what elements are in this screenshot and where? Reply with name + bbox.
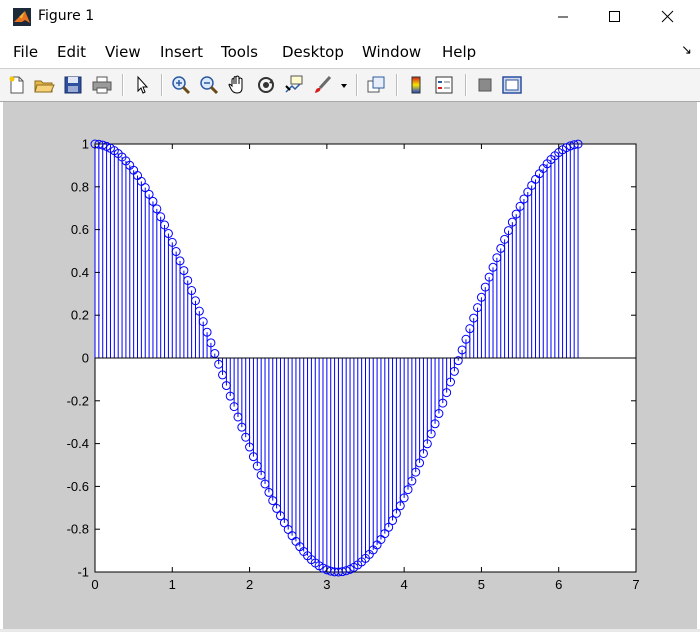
x-tick-label: 4 (401, 577, 408, 592)
toolbar-separator (122, 74, 124, 96)
minimize-button[interactable] (540, 0, 586, 34)
y-tick-label: -0.4 (67, 436, 89, 451)
zoom-in-icon[interactable] (170, 74, 192, 96)
close-button[interactable] (645, 0, 691, 34)
x-tick-label: 3 (323, 577, 330, 592)
colorbar-icon[interactable] (405, 74, 427, 96)
y-tick-label: -0.8 (67, 522, 89, 537)
y-tick-label: 0.8 (71, 179, 89, 194)
data-cursor-icon[interactable] (283, 74, 305, 96)
menu-bar: File Edit View Insert Tools Desktop Wind… (0, 34, 700, 68)
show-plot-tools-icon[interactable] (501, 74, 523, 96)
y-tick-label: 0.4 (71, 265, 89, 280)
y-tick-label: -0.2 (67, 393, 89, 408)
maximize-icon (609, 11, 620, 22)
brush-icon[interactable] (312, 74, 334, 96)
menu-help[interactable]: Help (442, 43, 476, 61)
zoom-out-icon[interactable] (198, 74, 220, 96)
matlab-logo-icon (13, 8, 31, 26)
brush-dropdown-icon[interactable] (338, 74, 350, 96)
maximize-button[interactable] (592, 0, 638, 34)
window-title: Figure 1 (38, 8, 95, 24)
menu-desktop[interactable]: Desktop (282, 43, 344, 61)
close-icon (661, 10, 674, 23)
y-tick-label: 0.2 (71, 308, 89, 323)
open-file-icon[interactable] (33, 74, 55, 96)
menu-file[interactable]: File (13, 43, 38, 61)
x-tick-label: 2 (246, 577, 253, 592)
y-tick-label: -0.6 (67, 479, 89, 494)
x-tick-label: 5 (478, 577, 485, 592)
legend-icon[interactable] (433, 74, 455, 96)
figure-canvas: 0 1 2 3 4 5 6 7 -1 -0.8 -0.6 -0.4 -0.2 0 0.2 0.4 0.6 0.8 1 (3, 102, 697, 629)
y-tick-label: 0.6 (71, 222, 89, 237)
rotate-3d-icon[interactable] (255, 74, 277, 96)
print-icon[interactable] (91, 74, 113, 96)
stem-plot: 0 1 2 3 4 5 6 7 -1 -0.8 -0.6 -0.4 -0.2 0 0.2 0.4 0.6 0.8 1 (67, 137, 640, 593)
link-plot-icon[interactable] (365, 74, 387, 96)
hide-plot-tools-icon[interactable] (474, 74, 496, 96)
title-bar: Figure 1 (0, 0, 700, 34)
toolbar-separator (396, 74, 398, 96)
pointer-icon[interactable] (131, 74, 153, 96)
menu-tools[interactable]: Tools (221, 43, 258, 61)
new-figure-icon[interactable] (6, 74, 28, 96)
x-tick-label: 7 (632, 577, 639, 592)
y-tick-label: 0 (82, 351, 89, 366)
minimize-icon (558, 16, 568, 18)
x-tick-label: 0 (91, 577, 98, 592)
menu-window[interactable]: Window (362, 43, 421, 61)
menu-edit[interactable]: Edit (57, 43, 86, 61)
y-tick-label: 1 (82, 137, 89, 152)
y-tick-label: -1 (77, 565, 89, 580)
figure-toolbar (0, 68, 700, 102)
x-tick-label: 1 (169, 577, 176, 592)
menu-overflow-icon[interactable]: ↘ (681, 43, 692, 58)
x-tick-label: 6 (555, 577, 562, 592)
toolbar-separator (161, 74, 163, 96)
toolbar-separator (356, 74, 358, 96)
save-icon[interactable] (62, 74, 84, 96)
menu-insert[interactable]: Insert (160, 43, 203, 61)
toolbar-separator (465, 74, 467, 96)
menu-view[interactable]: View (105, 43, 141, 61)
pan-hand-icon[interactable] (226, 74, 248, 96)
